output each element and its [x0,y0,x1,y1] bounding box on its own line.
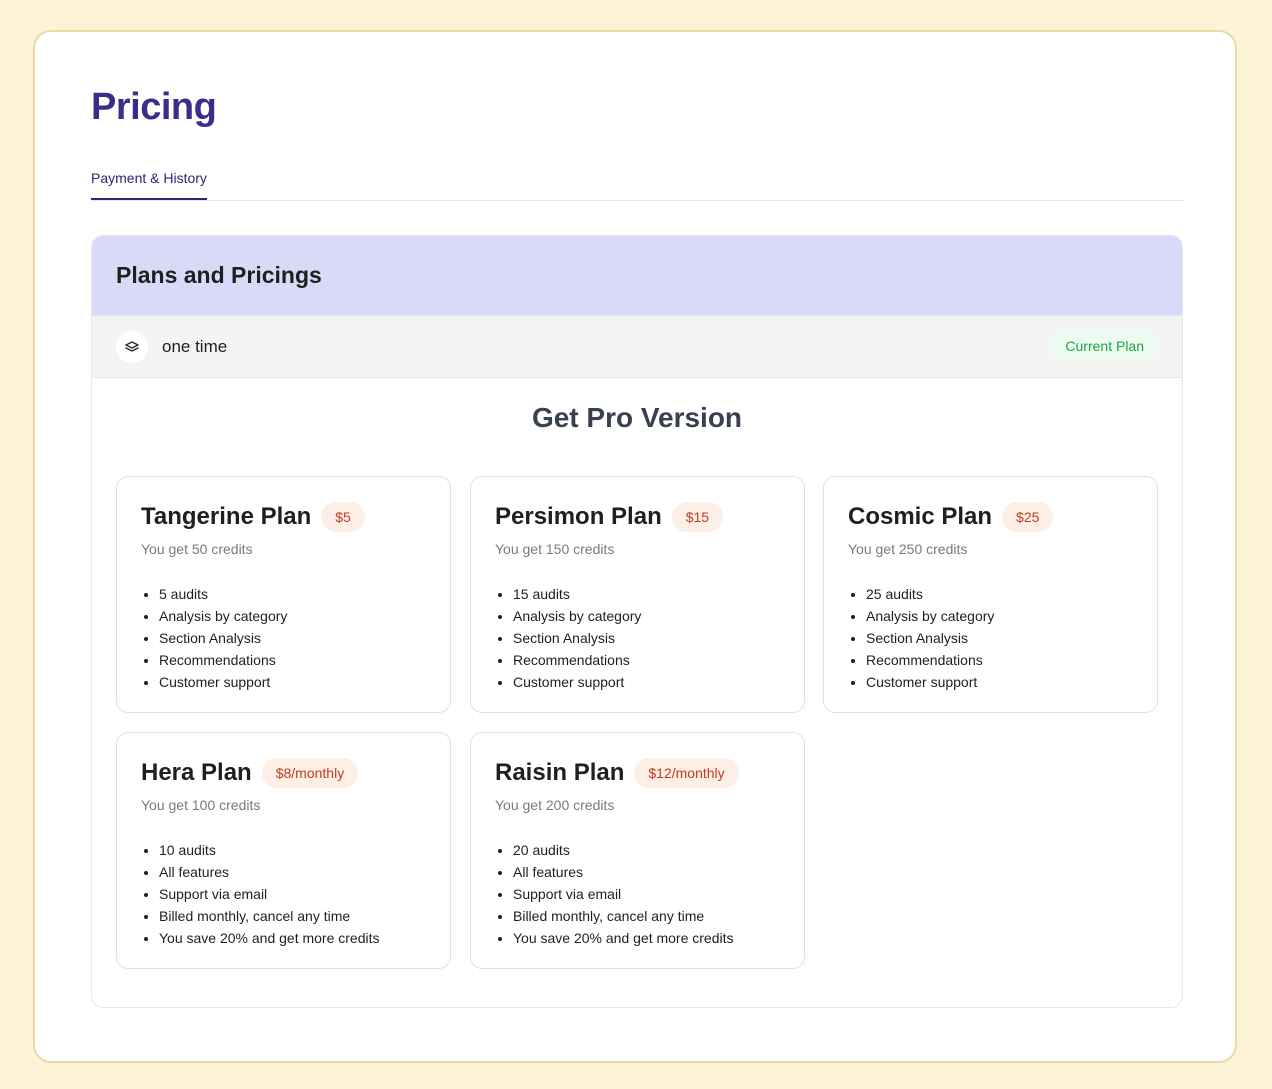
plan-card-header: Cosmic Plan $25 [848,501,1133,533]
price-badge: $8/monthly [261,758,359,788]
feature-item: 20 audits [513,839,780,861]
price-badge: $12/monthly [634,758,739,788]
feature-item: Recommendations [159,649,426,671]
current-plan-name: one time [162,336,228,356]
price-badge: $15 [671,502,724,532]
section-title: Get Pro Version [531,402,743,433]
feature-item: Analysis by category [513,605,780,627]
feature-item: All features [159,861,426,883]
panel-title: Plans and Pricings [116,262,322,288]
price-badge: $5 [321,502,365,532]
feature-item: 10 audits [159,839,426,861]
plan-name: Tangerine Plan [141,503,312,530]
feature-item: Support via email [513,883,780,905]
plan-credits: You get 250 credits [848,541,968,557]
feature-list: 20 audits All features Support via email… [495,839,780,949]
feature-item: Recommendations [513,649,780,671]
plan-card-cosmic[interactable]: Cosmic Plan $25 You get 250 credits 25 a… [823,476,1158,713]
plan-card-raisin[interactable]: Raisin Plan $12/monthly You get 200 cred… [470,732,805,969]
tab-payment-history[interactable]: Payment & History [91,170,207,200]
feature-item: 15 audits [513,583,780,605]
feature-item: Section Analysis [866,627,1133,649]
plan-name: Persimon Plan [495,503,662,530]
feature-list: 5 audits Analysis by category Section An… [141,583,426,693]
plan-name: Cosmic Plan [848,503,993,530]
plans-panel: Plans and Pricings one time Current Plan… [91,235,1183,1008]
feature-item: 5 audits [159,583,426,605]
feature-item: 25 audits [866,583,1133,605]
feature-item: Analysis by category [159,605,426,627]
panel-header: Plans and Pricings [92,236,1182,316]
feature-item: All features [513,861,780,883]
feature-item: Billed monthly, cancel any time [159,905,426,927]
feature-item: You save 20% and get more credits [159,927,426,949]
plan-card-header: Persimon Plan $15 [495,501,780,533]
plan-name: Hera Plan [141,759,252,786]
tab-bar: Payment & History [91,166,1185,201]
plan-credits: You get 150 credits [495,541,615,557]
feature-item: Support via email [159,883,426,905]
current-plan-row: one time Current Plan [92,316,1182,378]
feature-item: Customer support [513,671,780,693]
feature-item: Recommendations [866,649,1133,671]
plan-credits: You get 50 credits [141,541,253,557]
plan-card-persimon[interactable]: Persimon Plan $15 You get 150 credits 15… [470,476,805,713]
layers-icon [116,330,148,363]
feature-item: Analysis by category [866,605,1133,627]
feature-item: Section Analysis [159,627,426,649]
plan-card-header: Hera Plan $8/monthly [141,757,426,789]
feature-item: Billed monthly, cancel any time [513,905,780,927]
feature-item: Section Analysis [513,627,780,649]
price-badge: $25 [1002,502,1054,532]
feature-item: You save 20% and get more credits [513,927,780,949]
feature-item: Customer support [159,671,426,693]
feature-list: 10 audits All features Support via email… [141,839,426,949]
plan-credits: You get 100 credits [141,797,261,813]
plan-card-header: Tangerine Plan $5 [141,501,426,533]
plan-credits: You get 200 credits [495,797,615,813]
plan-card-header: Raisin Plan $12/monthly [495,757,780,789]
feature-item: Customer support [866,671,1133,693]
plan-card-hera[interactable]: Hera Plan $8/monthly You get 100 credits… [116,732,451,969]
current-plan-badge: Current Plan [1051,332,1158,360]
plan-card-tangerine[interactable]: Tangerine Plan $5 You get 50 credits 5 a… [116,476,451,713]
feature-list: 15 audits Analysis by category Section A… [495,583,780,693]
page-container: Pricing Payment & History Plans and Pric… [33,30,1237,1063]
feature-list: 25 audits Analysis by category Section A… [848,583,1133,693]
plan-name: Raisin Plan [495,759,625,786]
page-title: Pricing [91,86,217,128]
